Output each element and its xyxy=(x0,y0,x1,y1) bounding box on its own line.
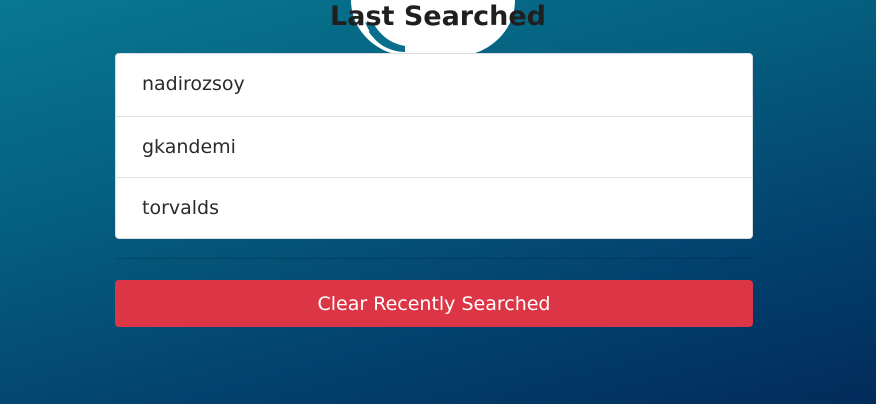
recent-searches-list: nadirozsoy gkandemi torvalds xyxy=(115,53,753,239)
list-item[interactable]: gkandemi xyxy=(116,116,752,177)
divider xyxy=(115,258,753,259)
list-item[interactable]: torvalds xyxy=(116,177,752,238)
list-item[interactable]: nadirozsoy xyxy=(116,54,752,116)
clear-recently-searched-button[interactable]: Clear Recently Searched xyxy=(115,280,753,327)
page-title: Last Searched xyxy=(330,1,546,32)
